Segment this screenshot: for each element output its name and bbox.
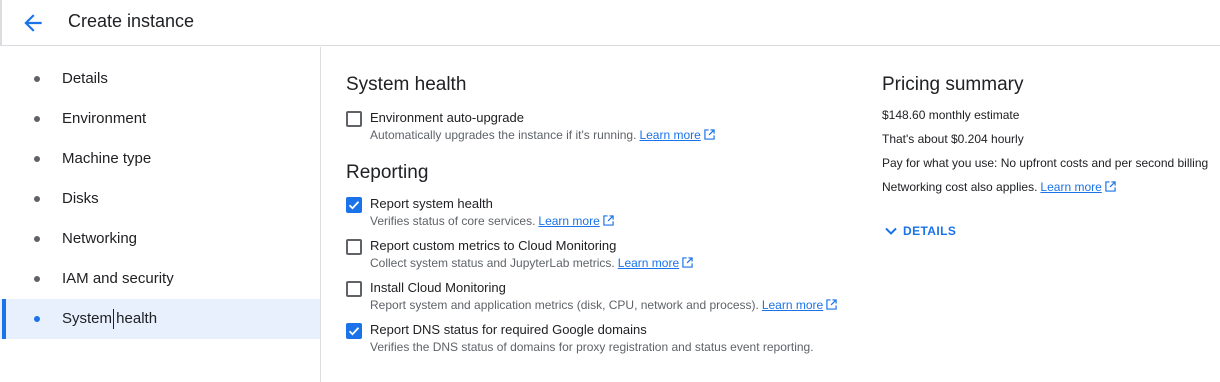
check-icon: [348, 327, 360, 336]
bullet-icon: [34, 156, 40, 162]
pricing-summary-title: Pricing summary: [882, 74, 1024, 95]
external-link-icon: [603, 215, 614, 226]
external-link-icon: [704, 129, 715, 140]
arrow-left-icon: [24, 14, 42, 32]
option-description: Verifies status of core services. Learn m…: [370, 214, 614, 228]
bullet-icon: [34, 116, 40, 122]
pricing-billing-note: Pay for what you use: No upfront costs a…: [882, 156, 1209, 170]
sidebar-item-disks[interactable]: Disks: [0, 179, 320, 219]
option-description: Verifies the DNS status of domains for p…: [370, 340, 814, 354]
bullet-icon: [34, 196, 40, 202]
external-link-icon: [826, 299, 837, 310]
sidebar-item-label: Environment: [62, 110, 147, 127]
page-title: Create instance: [68, 11, 195, 31]
section-title-reporting: Reporting: [346, 162, 429, 183]
option-label: Install Cloud Monitoring: [370, 280, 506, 295]
learn-more-link[interactable]: Learn more: [762, 298, 823, 312]
external-link-icon: [1105, 181, 1116, 192]
pricing-networking-note: Networking cost also applies. Learn more: [882, 180, 1116, 194]
external-link-icon: [682, 257, 693, 268]
text-cursor: [113, 309, 114, 329]
sidebar-item-system-health[interactable]: System health: [0, 299, 320, 339]
option-label: Environment auto-upgrade: [370, 110, 524, 125]
option-label: Report custom metrics to Cloud Monitorin…: [370, 238, 617, 253]
sidebar-item-label: Machine type: [62, 150, 152, 167]
option-description: Automatically upgrades the instance if i…: [370, 128, 715, 142]
option-label: Report DNS status for required Google do…: [370, 322, 647, 337]
active-indicator: [2, 299, 6, 339]
checkbox-install-cloud-monitoring[interactable]: [346, 281, 362, 297]
bullet-icon: [34, 316, 40, 322]
sidebar: Details Environment Machine type Disks N…: [0, 47, 321, 382]
learn-more-link[interactable]: Learn more: [1040, 180, 1101, 194]
sidebar-item-environment[interactable]: Environment: [0, 99, 320, 139]
bullet-icon: [34, 276, 40, 282]
bullet-icon: [34, 76, 40, 82]
option-description: Collect system status and JupyterLab met…: [370, 256, 693, 270]
sidebar-item-label: System health: [62, 310, 158, 327]
bullet-icon: [34, 236, 40, 242]
chevron-down-icon: [885, 227, 897, 235]
learn-more-link[interactable]: Learn more: [639, 128, 700, 142]
option-description: Report system and application metrics (d…: [370, 298, 837, 312]
sidebar-item-label: Details: [62, 70, 108, 87]
checkbox-environment-auto-upgrade[interactable]: [346, 111, 362, 127]
sidebar-item-iam-and-security[interactable]: IAM and security: [0, 259, 320, 299]
sidebar-item-label: Networking: [62, 230, 138, 247]
learn-more-link[interactable]: Learn more: [538, 214, 599, 228]
sidebar-item-details[interactable]: Details: [0, 59, 320, 99]
checkbox-report-dns-status[interactable]: [346, 323, 362, 339]
top-bar: Create instance: [0, 0, 1220, 46]
back-button[interactable]: [20, 10, 46, 36]
pricing-hourly: That's about $0.204 hourly: [882, 132, 1024, 146]
sidebar-item-networking[interactable]: Networking: [0, 219, 320, 259]
section-title-system-health: System health: [346, 74, 467, 95]
check-icon: [348, 201, 360, 210]
option-label: Report system health: [370, 196, 493, 211]
checkbox-report-system-health[interactable]: [346, 197, 362, 213]
sidebar-item-label: IAM and security: [62, 270, 174, 287]
pricing-monthly-estimate: $148.60 monthly estimate: [882, 108, 1020, 122]
sidebar-item-label: Disks: [62, 190, 99, 207]
sidebar-item-machine-type[interactable]: Machine type: [0, 139, 320, 179]
learn-more-link[interactable]: Learn more: [618, 256, 679, 270]
checkbox-report-custom-metrics[interactable]: [346, 239, 362, 255]
details-label: DETAILS: [903, 224, 957, 238]
